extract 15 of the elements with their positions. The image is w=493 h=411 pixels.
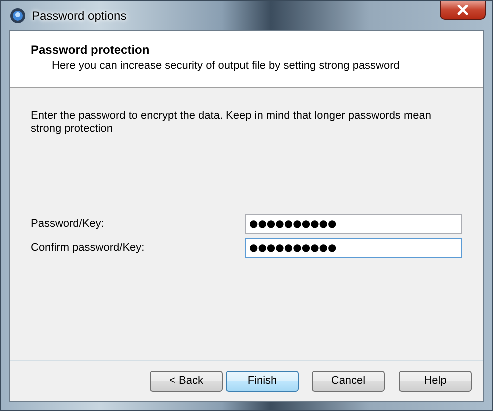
header-subtitle: Here you can increase security of output file by setting strong password	[52, 60, 401, 72]
header-title: Password protection	[31, 43, 151, 57]
dialog-button[interactable]: Finish	[226, 370, 299, 392]
password-field[interactable]: ●●●●●●●●●●	[245, 238, 462, 258]
dialog-button[interactable]: Cancel	[312, 370, 385, 392]
instruction-text: Enter the password to encrypt the data. Keep in mind that longer passwords mean strong protection	[31, 110, 433, 136]
field-label: Password/Key:	[31, 218, 106, 230]
close-button[interactable]	[440, 1, 486, 20]
password-field[interactable]: ●●●●●●●●●●	[245, 214, 462, 234]
close-icon	[457, 5, 469, 15]
field-label: Confirm password/Key:	[31, 242, 146, 254]
dialog-button[interactable]: Help	[399, 370, 472, 392]
dialog-button[interactable]: < Back	[150, 370, 223, 392]
window-title: Password options	[32, 8, 127, 22]
app-icon	[10, 8, 26, 24]
